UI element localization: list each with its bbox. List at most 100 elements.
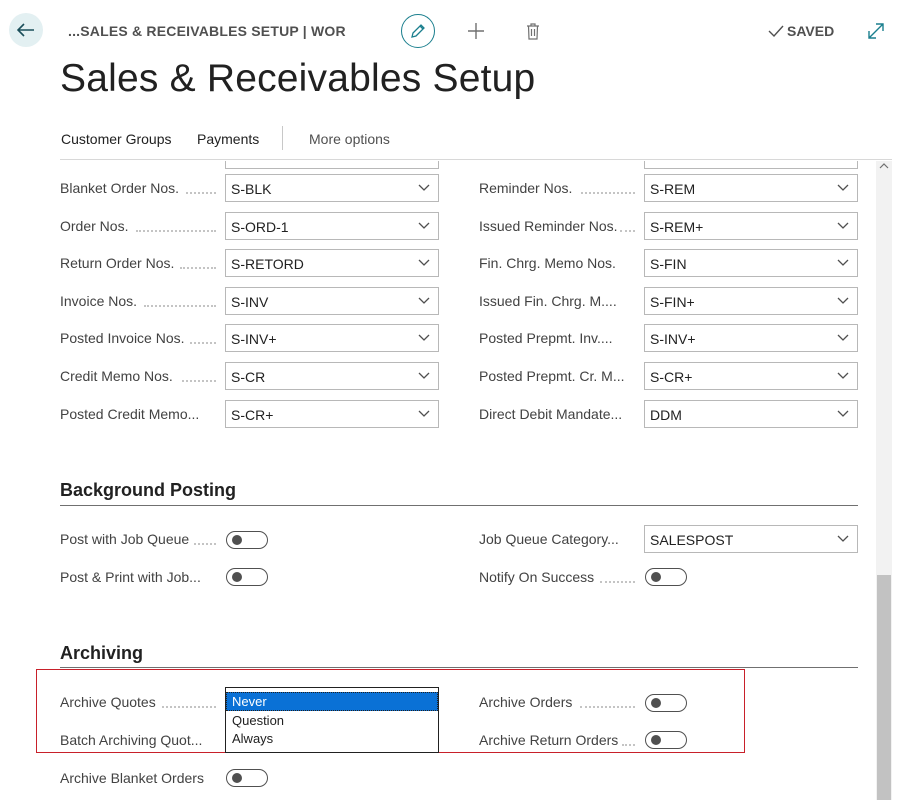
saved-label: SAVED: [787, 23, 835, 39]
chevron-up-icon[interactable]: [879, 162, 889, 170]
chevron-down-icon: [418, 334, 430, 341]
blanket-order-nos-field[interactable]: S-BLK: [225, 174, 439, 202]
field-value: S-INV+: [231, 331, 277, 347]
arrow-left-icon: [17, 23, 34, 37]
field-label: Direct Debit Mandate...: [479, 406, 623, 422]
field-value: S-ORD-1: [231, 219, 289, 235]
scrollbar-thumb[interactable]: [877, 575, 891, 800]
new-button[interactable]: [464, 19, 488, 43]
back-button[interactable]: [9, 13, 43, 47]
post-print-with-job-queue-toggle[interactable]: [226, 568, 268, 586]
field-label: Order Nos.: [60, 218, 129, 234]
field-label: Job Queue Category...: [479, 531, 619, 547]
chevron-down-icon: [837, 372, 849, 379]
trash-icon: [527, 22, 539, 40]
chevron-down-icon: [837, 184, 849, 191]
chevron-down-icon: [837, 535, 849, 542]
credit-memo-nos-field[interactable]: S-CR: [225, 362, 439, 390]
delete-button[interactable]: [521, 19, 545, 43]
edit-button[interactable]: [401, 14, 435, 48]
chevron-down-icon: [837, 259, 849, 266]
issued-reminder-nos-field[interactable]: S-REM+: [644, 212, 858, 240]
chevron-down-icon: [837, 410, 849, 417]
field-value: S-CR+: [231, 407, 274, 423]
order-nos-field[interactable]: S-ORD-1: [225, 212, 439, 240]
post-with-job-queue-toggle[interactable]: [226, 531, 268, 549]
field-value: S-FIN+: [650, 294, 695, 310]
chevron-down-icon: [837, 334, 849, 341]
posted-prepmt-cr-memo-nos-field[interactable]: S-CR+: [644, 362, 858, 390]
return-order-nos-field[interactable]: S-RETORD: [225, 249, 439, 277]
dropdown-option-always[interactable]: Always: [226, 729, 438, 748]
field-label: Credit Memo Nos.: [60, 368, 173, 384]
field-label: Reminder Nos.: [479, 180, 573, 196]
vertical-scrollbar[interactable]: [876, 161, 892, 800]
fin-chrg-memo-nos-field[interactable]: S-FIN: [644, 249, 858, 277]
section-divider: [60, 667, 858, 668]
field-label: Post & Print with Job...: [60, 569, 201, 585]
field-label: Batch Archiving Quot...: [60, 732, 203, 748]
posted-prepmt-inv-nos-field[interactable]: S-INV+: [644, 324, 858, 352]
breadcrumb: ...SALES & RECEIVABLES SETUP | WOR: [68, 23, 346, 39]
check-icon: [768, 25, 784, 37]
saved-status: SAVED: [768, 23, 834, 39]
dropdown-option-never[interactable]: Never: [226, 692, 438, 711]
field-label: Archive Quotes: [60, 694, 156, 710]
notify-on-success-toggle[interactable]: [645, 568, 687, 586]
field-value: SALESPOST: [650, 532, 734, 548]
archive-orders-toggle[interactable]: [645, 694, 687, 712]
partial-combo-right[interactable]: [644, 161, 858, 169]
field-value: S-INV: [231, 294, 269, 310]
field-label: Fin. Chrg. Memo Nos.: [479, 255, 616, 271]
field-label: Issued Fin. Chrg. M....: [479, 293, 617, 309]
field-label: Archive Orders: [479, 694, 573, 710]
field-value: S-INV+: [650, 331, 696, 347]
chevron-down-icon: [837, 297, 849, 304]
field-label: Notify On Success: [479, 569, 595, 585]
issued-fin-chrg-memo-nos-field[interactable]: S-FIN+: [644, 287, 858, 315]
field-value: S-FIN: [650, 256, 687, 272]
field-value: DDM: [650, 407, 682, 423]
field-label: Posted Prepmt. Cr. M...: [479, 368, 625, 384]
field-label: Invoice Nos.: [60, 293, 138, 309]
field-label: Posted Prepmt. Inv....: [479, 330, 613, 346]
invoice-nos-field[interactable]: S-INV: [225, 287, 439, 315]
posted-credit-memo-nos-field[interactable]: S-CR+: [225, 400, 439, 428]
field-label: Issued Reminder Nos.: [479, 218, 618, 234]
direct-debit-mandate-nos-field[interactable]: DDM: [644, 400, 858, 428]
toggle-knob: [232, 535, 242, 545]
field-value: S-REM+: [650, 219, 704, 235]
archive-quotes-dropdown[interactable]: Never Question Always: [225, 687, 439, 753]
posted-invoice-nos-field[interactable]: S-INV+: [225, 324, 439, 352]
field-value: S-RETORD: [231, 256, 304, 272]
background-posting-heading: Background Posting: [60, 480, 237, 500]
reminder-nos-field[interactable]: S-REM: [644, 174, 858, 202]
field-value: S-REM: [650, 181, 696, 197]
chevron-down-icon: [418, 259, 430, 266]
dropdown-option-question[interactable]: Question: [226, 711, 438, 730]
toggle-knob: [232, 572, 242, 582]
job-queue-category-field[interactable]: SALESPOST: [644, 525, 858, 553]
payments-action[interactable]: Payments: [197, 131, 259, 147]
chevron-down-icon: [837, 222, 849, 229]
chevron-down-icon: [418, 184, 430, 191]
toggle-knob: [651, 698, 661, 708]
plus-icon: [468, 23, 484, 39]
expand-button[interactable]: [866, 21, 888, 43]
archive-return-orders-toggle[interactable]: [645, 731, 687, 749]
chevron-down-icon: [418, 222, 430, 229]
chevron-down-icon: [418, 372, 430, 379]
partial-combo-left[interactable]: [225, 161, 439, 169]
toggle-knob: [651, 735, 661, 745]
expand-icon: [868, 23, 884, 39]
archive-blanket-orders-toggle[interactable]: [226, 769, 268, 787]
field-value: S-BLK: [231, 181, 272, 197]
field-label: Post with Job Queue: [60, 531, 190, 547]
chevron-down-icon: [418, 297, 430, 304]
more-options-action[interactable]: More options: [309, 131, 390, 147]
field-value: S-CR: [231, 369, 266, 385]
customer-groups-action[interactable]: Customer Groups: [61, 131, 171, 147]
toggle-knob: [232, 773, 242, 783]
archiving-heading: Archiving: [60, 643, 144, 663]
toggle-knob: [651, 572, 661, 582]
